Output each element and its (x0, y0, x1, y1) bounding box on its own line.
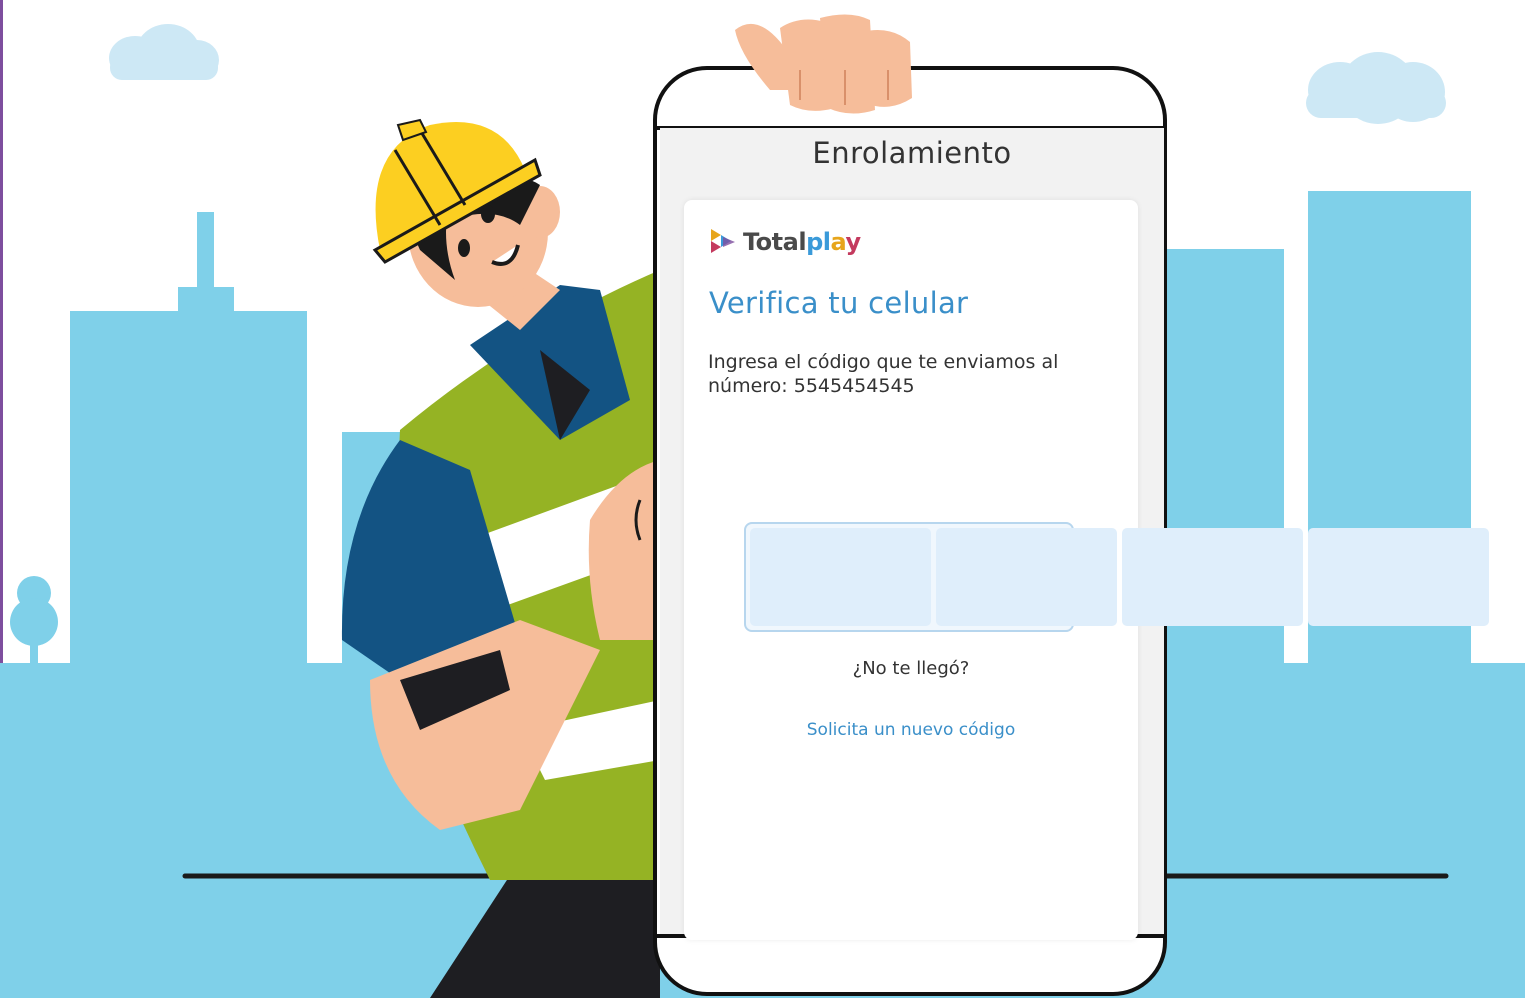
brand-play: play (806, 228, 861, 256)
phone-screen: Enrolamiento Totalplay Verifica tu celul… (660, 128, 1489, 940)
code-input-group (744, 522, 1489, 632)
brand-play-letter: l (822, 228, 831, 256)
brand-logo: Totalplay (709, 226, 861, 258)
brand-play-letter: y (845, 228, 861, 256)
brand-play-letter: a (830, 228, 846, 256)
code-digit-4[interactable] (1308, 528, 1489, 626)
code-digit-3[interactable] (1122, 528, 1303, 626)
page-title: Enrolamiento (812, 136, 1012, 170)
brand-wordmark: Totalplay (743, 228, 861, 256)
verify-instructions: Ingresa el código que te enviamos al núm… (708, 351, 1059, 397)
code-digit-1[interactable] (750, 528, 931, 626)
brand-total: Total (743, 228, 807, 256)
cloud-right-icon (1306, 52, 1446, 124)
code-digit-2[interactable] (936, 528, 1117, 626)
tree-icon (10, 576, 58, 670)
verification-card: Totalplay Verifica tu celular Ingresa el… (684, 200, 1489, 940)
resend-question: ¿No te llegó? (852, 658, 970, 679)
resend-code-link[interactable]: Solicita un nuevo código (684, 720, 1138, 740)
verify-heading: Verifica tu celular (709, 286, 969, 320)
brand-play-letter: p (806, 228, 823, 256)
cloud-left-icon (109, 24, 219, 80)
totalplay-triangles-icon (711, 229, 735, 253)
